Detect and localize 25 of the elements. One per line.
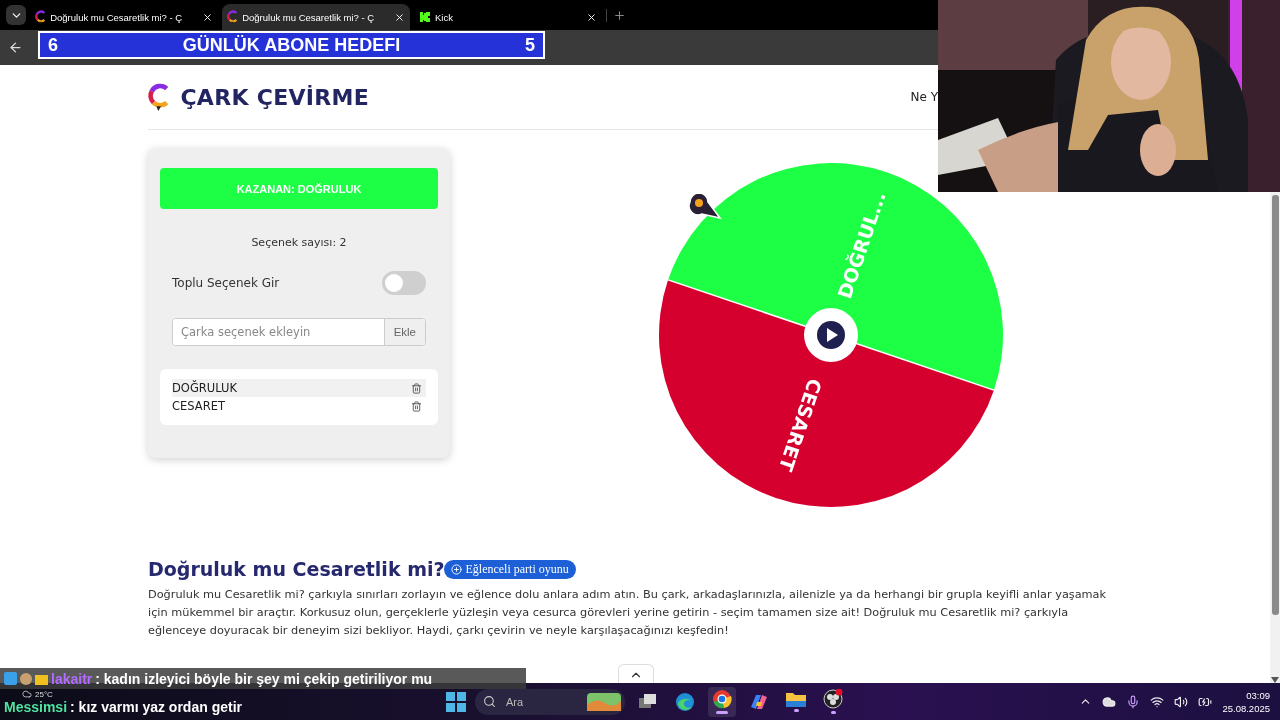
clock-time: 03:09 <box>1246 688 1270 702</box>
goal-current: 6 <box>48 34 58 56</box>
article-title: Doğruluk mu Cesaretlik mi? <box>148 558 445 580</box>
goal-title: GÜNLÜK ABONE HEDEFI <box>182 34 401 56</box>
browser-tab[interactable]: Doğruluk mu Cesaretlik mi? - Ç <box>222 4 410 30</box>
add-button[interactable]: Ekle <box>383 319 425 345</box>
browser-tab[interactable]: Kick <box>414 4 602 30</box>
option-count: Seçenek sayısı: 2 <box>251 236 347 249</box>
browser-tab[interactable]: Doğruluk mu Cesaretlik mi? - Ç <box>30 4 218 30</box>
chat-message: : kız varmı yaz ordan getir <box>70 699 242 715</box>
chat-message: : kadın izleyici böyle bir şey mi çekip getiriliyor mu <box>95 670 433 687</box>
chat-username[interactable]: Messimsi <box>4 699 68 715</box>
category-badge: Eğlenceli parti oyunu <box>444 559 576 579</box>
option-row[interactable]: DOĞRULUK <box>172 379 426 397</box>
toggle-label: Toplu Seçenek Gir <box>172 276 280 290</box>
goal-target: 5 <box>525 34 535 56</box>
clock-date: 25.08.2025 <box>1222 701 1270 715</box>
brand-name: ÇARK ÇEVİRME <box>180 84 370 110</box>
search-input[interactable]: Ara <box>504 694 564 709</box>
weather-temperature: 25°C <box>35 689 53 699</box>
article-text: Doğruluk mu Cesaretlik mi? çarkıyla sınırları zorlayın ve eğlence dolu anlara adım atın. Bu çark, arkadaşlarınızla, ailenizle ya da herhangi bir grupla keyifli anlar yaşamak için mükemmel bir araçtır. Korkusuz olun, gerçeklerle yüzleşin veya cesurca görevleri yerine getirin - seçim tamamen size ait! Doğruluk mu Cesaretlik mi? çarkıyla eğlenceye doyuracak bir deneyim sizi bekliyor. Haydi, çarkı çevirin ve neyle karşılaşacağınızı keşfedin! <box>148 587 1108 639</box>
nav-link[interactable]: Ne Y <box>910 90 938 104</box>
option-row[interactable]: CESARET <box>172 397 426 415</box>
option-input-field[interactable]: Çarka seçenek ekleyin Ekle <box>172 318 426 346</box>
taskbar-search-field[interactable]: Ara <box>475 688 625 715</box>
